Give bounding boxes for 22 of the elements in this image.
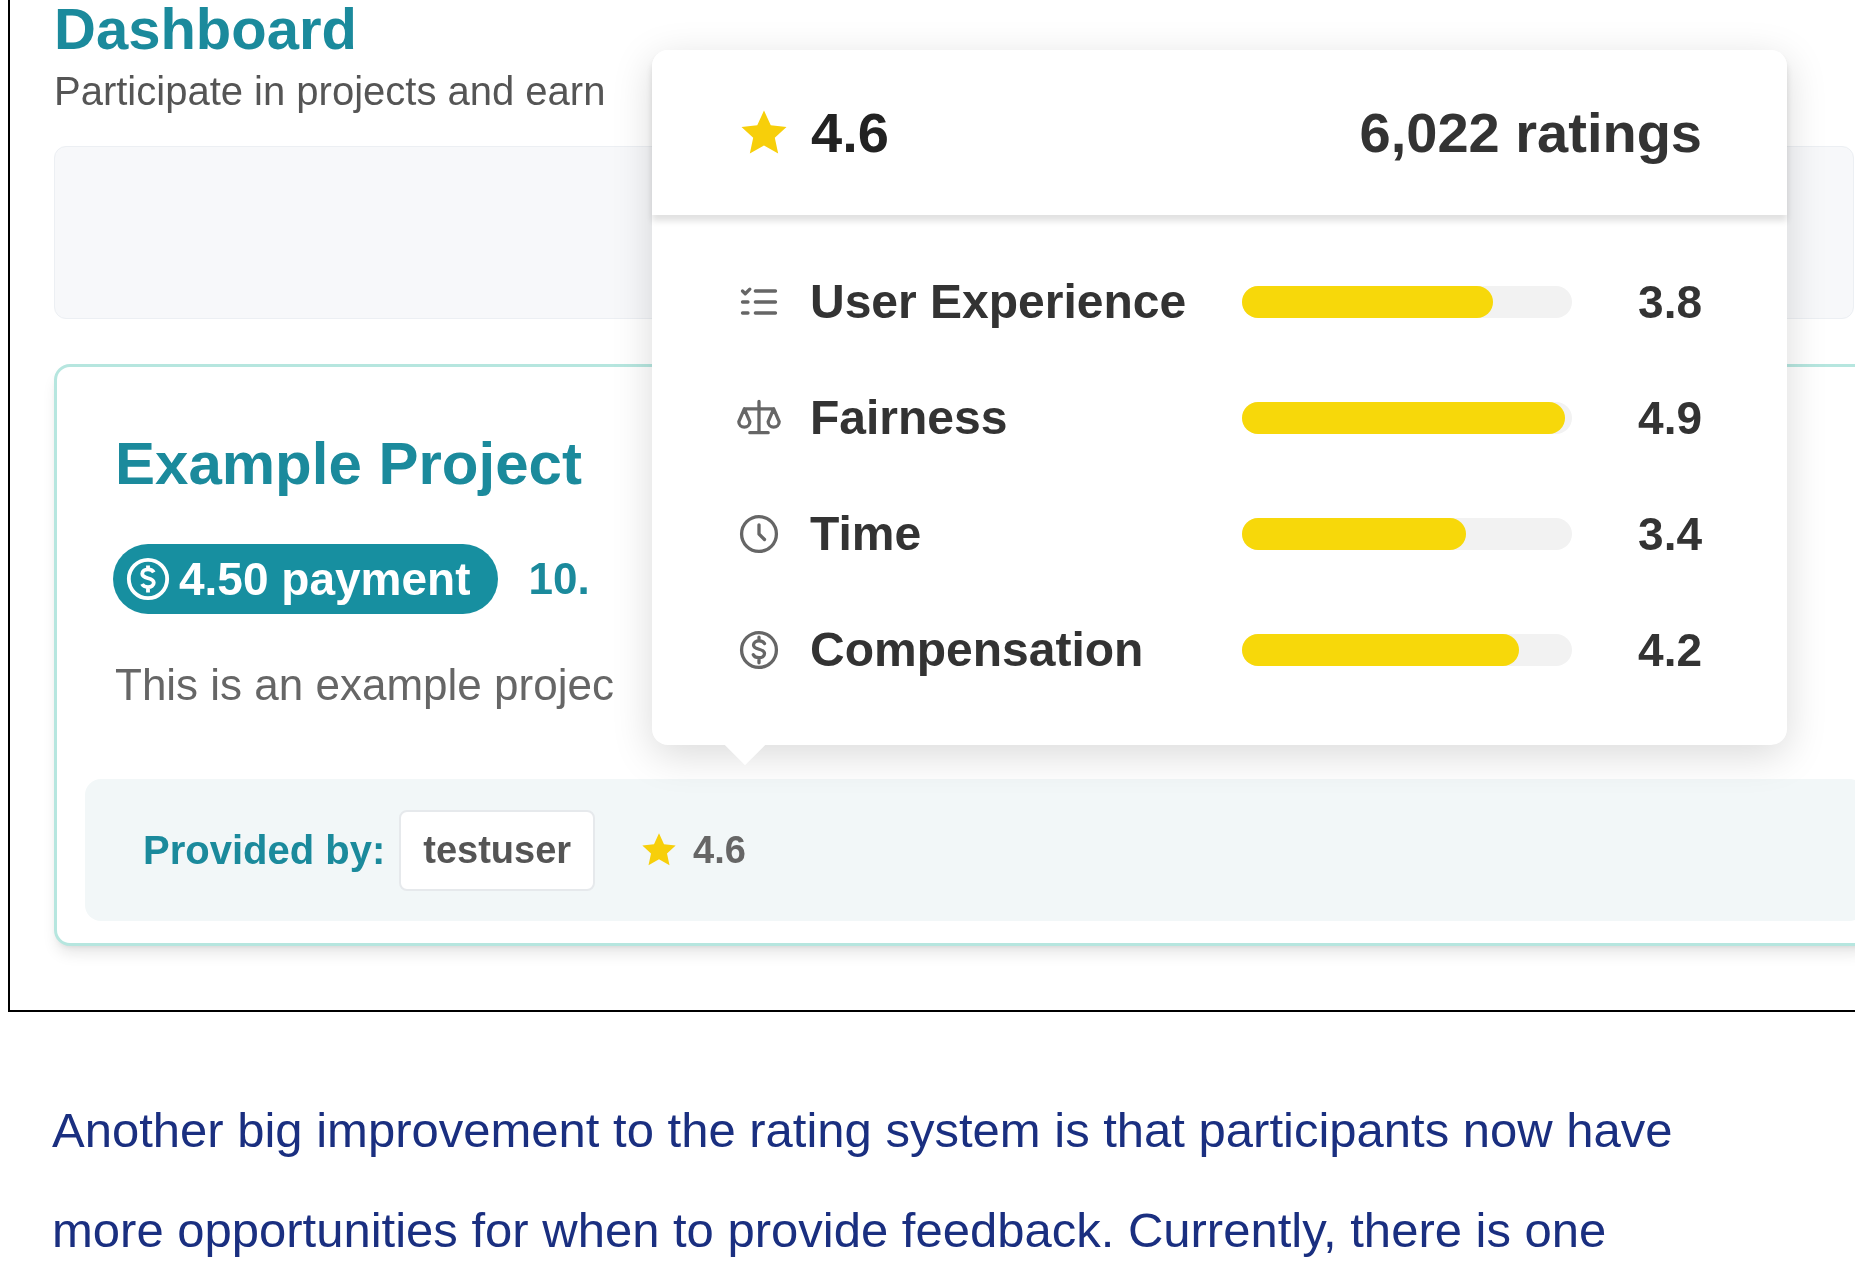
dollar-icon [737, 628, 781, 672]
provider-name[interactable]: testuser [399, 809, 596, 891]
category-score: 3.8 [1637, 274, 1702, 330]
category-label: User Experience [810, 274, 1188, 330]
category-label: Fairness [810, 390, 1009, 446]
category-score: 4.9 [1637, 390, 1702, 446]
hourly-rate: 10. [528, 553, 590, 605]
ratings-count: 6,022 ratings [1359, 99, 1702, 166]
project-description: This is an example projec [115, 659, 614, 711]
category-label: Compensation [810, 622, 1145, 678]
provider-rating: 4.6 [693, 827, 746, 873]
clock-icon [737, 512, 781, 556]
category-score: 3.4 [1637, 506, 1702, 562]
dollar-icon [125, 556, 171, 602]
category-score: 4.2 [1637, 622, 1702, 678]
provided-by-label: Provided by: [143, 827, 386, 874]
article-paragraph: Another big improvement to the rating system is that participants now have more opportunities for when to provide feedback. Currently, there is one [52, 1102, 1674, 1259]
page-title: Dashboard [54, 0, 358, 58]
category-label: Time [810, 506, 923, 562]
payment-amount: 4.50 payment [179, 551, 471, 607]
page-subtitle: Participate in projects and earn [54, 68, 607, 115]
average-rating: 4.6 [811, 99, 889, 166]
